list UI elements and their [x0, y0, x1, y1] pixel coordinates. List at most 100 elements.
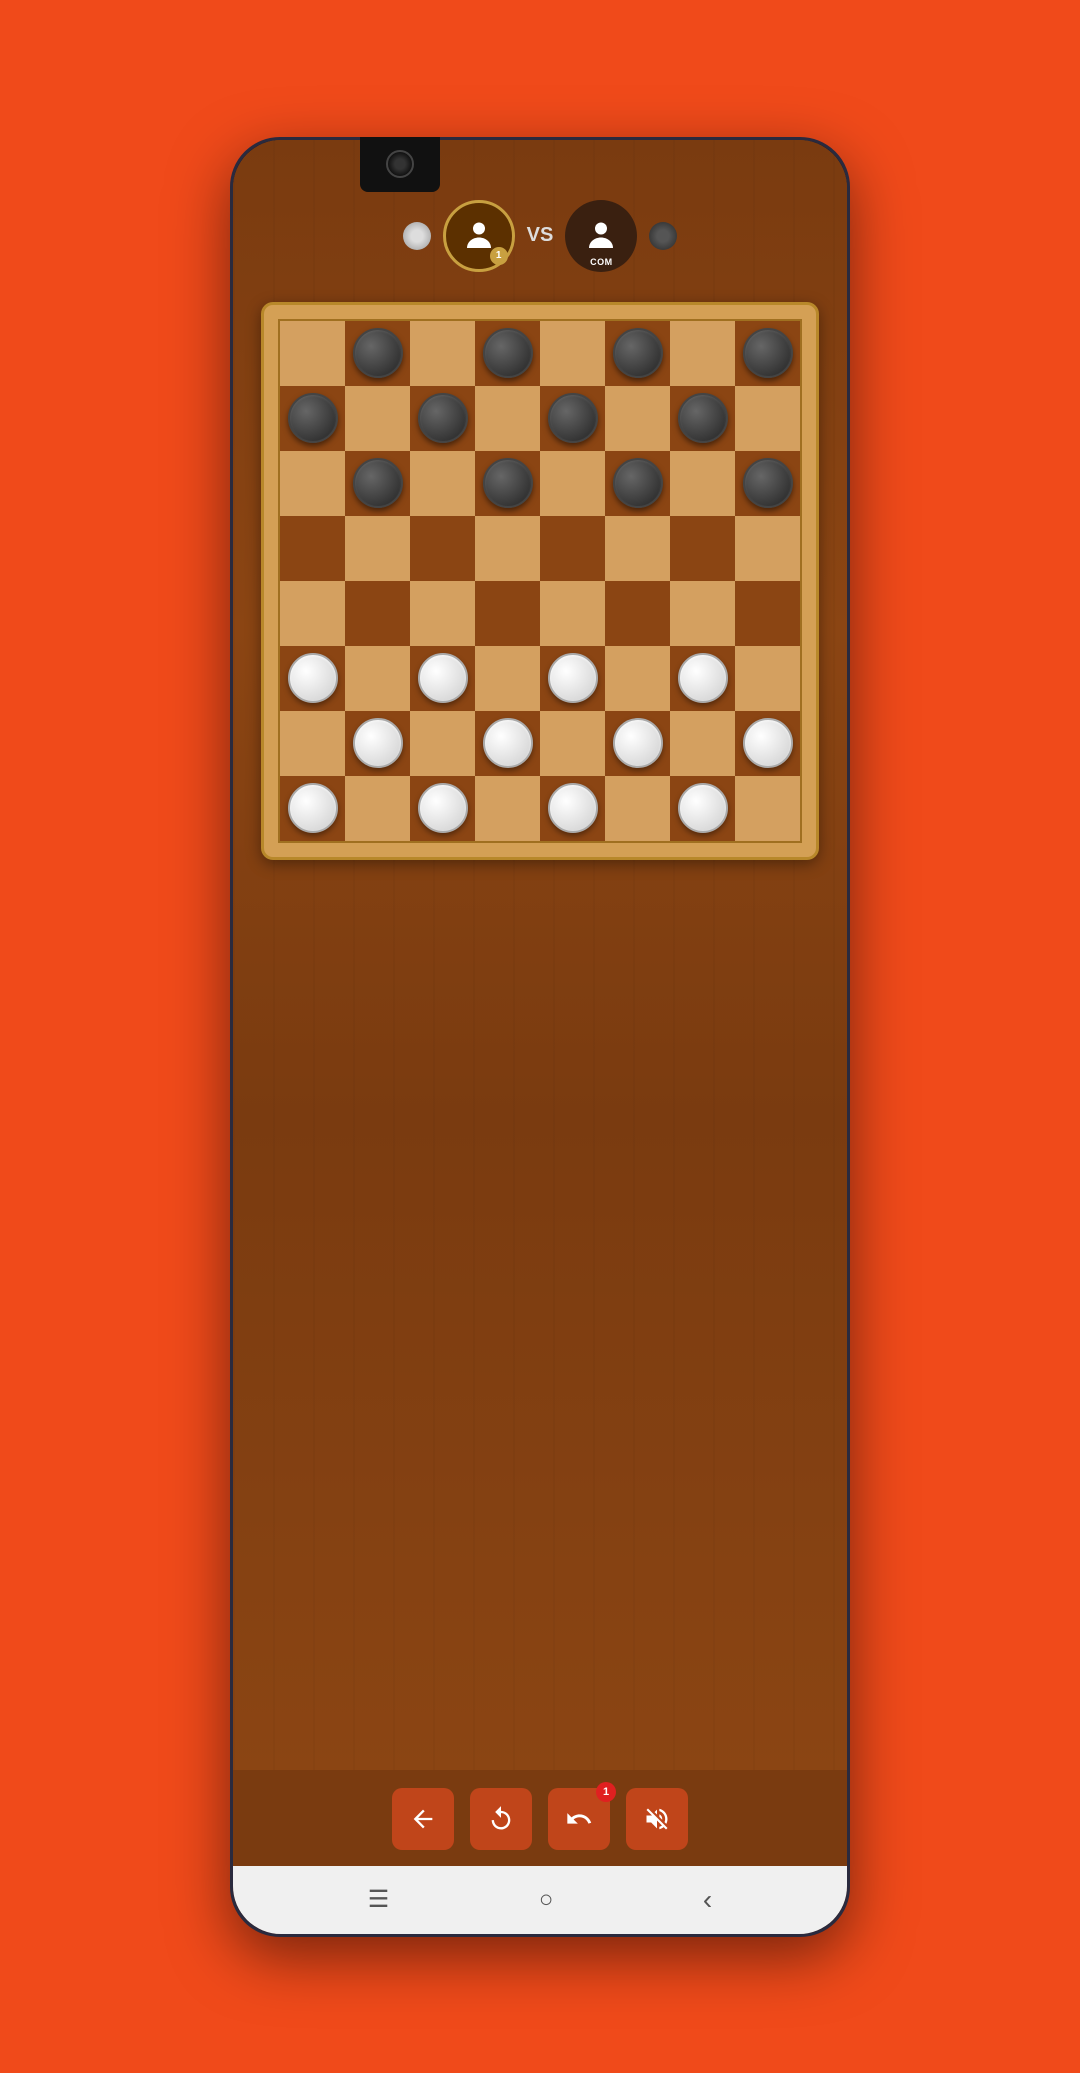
- back-nav-icon[interactable]: ‹: [703, 1884, 712, 1916]
- cell-6-1[interactable]: [345, 711, 410, 776]
- cell-5-1[interactable]: [345, 646, 410, 711]
- cell-7-7[interactable]: [735, 776, 800, 841]
- back-button[interactable]: [392, 1788, 454, 1850]
- cell-6-6[interactable]: [670, 711, 735, 776]
- cell-6-0[interactable]: [280, 711, 345, 776]
- piece-white-6-5[interactable]: [613, 718, 663, 768]
- cell-2-2[interactable]: [410, 451, 475, 516]
- cell-0-6[interactable]: [670, 321, 735, 386]
- piece-white-5-4[interactable]: [548, 653, 598, 703]
- cell-1-1[interactable]: [345, 386, 410, 451]
- cell-7-1[interactable]: [345, 776, 410, 841]
- cell-1-3[interactable]: [475, 386, 540, 451]
- cell-2-1[interactable]: [345, 451, 410, 516]
- piece-black-1-6[interactable]: [678, 393, 728, 443]
- piece-white-6-7[interactable]: [743, 718, 793, 768]
- piece-white-6-3[interactable]: [483, 718, 533, 768]
- piece-black-2-5[interactable]: [613, 458, 663, 508]
- cell-7-4[interactable]: [540, 776, 605, 841]
- cell-5-0[interactable]: [280, 646, 345, 711]
- toolbar: 1: [233, 1770, 847, 1866]
- cell-6-2[interactable]: [410, 711, 475, 776]
- cell-7-3[interactable]: [475, 776, 540, 841]
- cell-4-7[interactable]: [735, 581, 800, 646]
- piece-white-7-4[interactable]: [548, 783, 598, 833]
- home-icon[interactable]: ○: [539, 1886, 554, 1914]
- piece-white-7-0[interactable]: [288, 783, 338, 833]
- piece-black-2-3[interactable]: [483, 458, 533, 508]
- cell-4-5[interactable]: [605, 581, 670, 646]
- piece-black-0-7[interactable]: [743, 328, 793, 378]
- cell-4-6[interactable]: [670, 581, 735, 646]
- cell-1-2[interactable]: [410, 386, 475, 451]
- piece-white-5-2[interactable]: [418, 653, 468, 703]
- cell-4-3[interactable]: [475, 581, 540, 646]
- cell-3-7[interactable]: [735, 516, 800, 581]
- cell-7-5[interactable]: [605, 776, 670, 841]
- restart-button[interactable]: [470, 1788, 532, 1850]
- checkerboard[interactable]: [278, 319, 802, 843]
- piece-black-1-0[interactable]: [288, 393, 338, 443]
- cell-4-2[interactable]: [410, 581, 475, 646]
- cell-4-1[interactable]: [345, 581, 410, 646]
- cell-2-6[interactable]: [670, 451, 735, 516]
- piece-white-5-6[interactable]: [678, 653, 728, 703]
- piece-white-7-2[interactable]: [418, 783, 468, 833]
- cell-5-4[interactable]: [540, 646, 605, 711]
- cell-7-0[interactable]: [280, 776, 345, 841]
- cell-5-2[interactable]: [410, 646, 475, 711]
- nav-bar: ☰ ○ ‹: [233, 1866, 847, 1934]
- cell-0-0[interactable]: [280, 321, 345, 386]
- cell-3-5[interactable]: [605, 516, 670, 581]
- menu-icon[interactable]: ☰: [368, 1885, 390, 1914]
- cell-2-7[interactable]: [735, 451, 800, 516]
- piece-black-0-3[interactable]: [483, 328, 533, 378]
- piece-white-5-0[interactable]: [288, 653, 338, 703]
- cell-0-5[interactable]: [605, 321, 670, 386]
- cell-1-7[interactable]: [735, 386, 800, 451]
- cell-5-5[interactable]: [605, 646, 670, 711]
- cell-3-3[interactable]: [475, 516, 540, 581]
- piece-black-2-7[interactable]: [743, 458, 793, 508]
- cell-6-4[interactable]: [540, 711, 605, 776]
- piece-black-1-4[interactable]: [548, 393, 598, 443]
- cell-0-2[interactable]: [410, 321, 475, 386]
- cell-4-4[interactable]: [540, 581, 605, 646]
- cell-3-1[interactable]: [345, 516, 410, 581]
- cell-0-7[interactable]: [735, 321, 800, 386]
- cell-6-7[interactable]: [735, 711, 800, 776]
- com-label: COM: [590, 257, 613, 267]
- cell-5-6[interactable]: [670, 646, 735, 711]
- piece-black-1-2[interactable]: [418, 393, 468, 443]
- piece-black-2-1[interactable]: [353, 458, 403, 508]
- sound-button[interactable]: [626, 1788, 688, 1850]
- cell-0-3[interactable]: [475, 321, 540, 386]
- cell-2-5[interactable]: [605, 451, 670, 516]
- cell-0-4[interactable]: [540, 321, 605, 386]
- cell-3-6[interactable]: [670, 516, 735, 581]
- cell-1-4[interactable]: [540, 386, 605, 451]
- cell-2-0[interactable]: [280, 451, 345, 516]
- cell-2-3[interactable]: [475, 451, 540, 516]
- cell-1-0[interactable]: [280, 386, 345, 451]
- cell-5-7[interactable]: [735, 646, 800, 711]
- cell-4-0[interactable]: [280, 581, 345, 646]
- undo-button[interactable]: 1: [548, 1788, 610, 1850]
- cell-7-2[interactable]: [410, 776, 475, 841]
- piece-black-0-5[interactable]: [613, 328, 663, 378]
- cell-3-2[interactable]: [410, 516, 475, 581]
- players-row: 1 VS COM: [403, 200, 678, 272]
- piece-black-0-1[interactable]: [353, 328, 403, 378]
- cell-6-5[interactable]: [605, 711, 670, 776]
- cell-5-3[interactable]: [475, 646, 540, 711]
- cell-7-6[interactable]: [670, 776, 735, 841]
- cell-0-1[interactable]: [345, 321, 410, 386]
- cell-3-4[interactable]: [540, 516, 605, 581]
- cell-2-4[interactable]: [540, 451, 605, 516]
- piece-white-6-1[interactable]: [353, 718, 403, 768]
- cell-3-0[interactable]: [280, 516, 345, 581]
- cell-1-6[interactable]: [670, 386, 735, 451]
- cell-1-5[interactable]: [605, 386, 670, 451]
- cell-6-3[interactable]: [475, 711, 540, 776]
- piece-white-7-6[interactable]: [678, 783, 728, 833]
